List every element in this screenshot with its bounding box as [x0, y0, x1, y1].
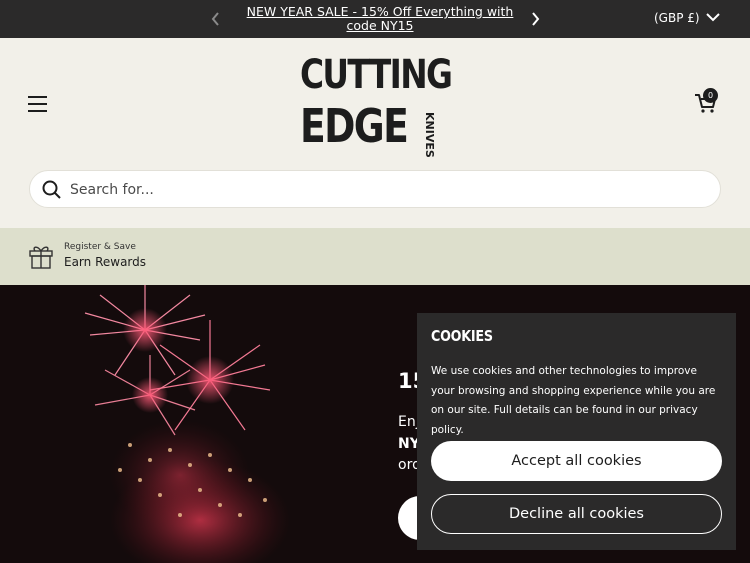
cart-count-badge: 0: [703, 88, 718, 103]
chevron-right-icon[interactable]: [525, 9, 545, 29]
logo-line-2: EDGE: [300, 99, 409, 153]
decline-cookies-button[interactable]: Decline all cookies: [431, 494, 722, 534]
announcement-bar: NEW YEAR SALE - 15% Off Everything with …: [0, 0, 750, 38]
search-input[interactable]: [70, 179, 670, 201]
currency-selector[interactable]: (GBP £): [654, 11, 720, 25]
cookie-consent-panel: COOKIES We use cookies and other technol…: [417, 313, 736, 550]
logo-line-3: KNIVES: [423, 112, 436, 158]
fireworks-image: [84, 285, 290, 563]
cookie-title: COOKIES: [431, 327, 493, 345]
currency-label: (GBP £): [654, 11, 700, 25]
cookie-description: We use cookies and other technologies to…: [431, 365, 716, 436]
rewards-title: Earn Rewards: [64, 255, 147, 269]
search-bar[interactable]: [29, 170, 721, 208]
chevron-left-icon[interactable]: [206, 9, 226, 29]
rewards-subtitle: Register & Save: [64, 242, 136, 252]
site-logo[interactable]: CUTTING EDGE KNIVES: [300, 54, 453, 158]
announcement-message[interactable]: NEW YEAR SALE - 15% Off Everything with …: [240, 5, 520, 33]
logo-line-1: CUTTING: [300, 52, 453, 98]
search-icon: [42, 180, 62, 200]
chevron-down-icon: [705, 11, 720, 25]
site-header: CUTTING EDGE KNIVES 0: [0, 38, 750, 228]
hamburger-menu-icon[interactable]: [28, 96, 48, 112]
accept-cookies-button[interactable]: Accept all cookies: [431, 441, 722, 481]
gift-icon: [28, 242, 54, 270]
rewards-bar[interactable]: Register & Save Earn Rewards: [0, 228, 750, 285]
